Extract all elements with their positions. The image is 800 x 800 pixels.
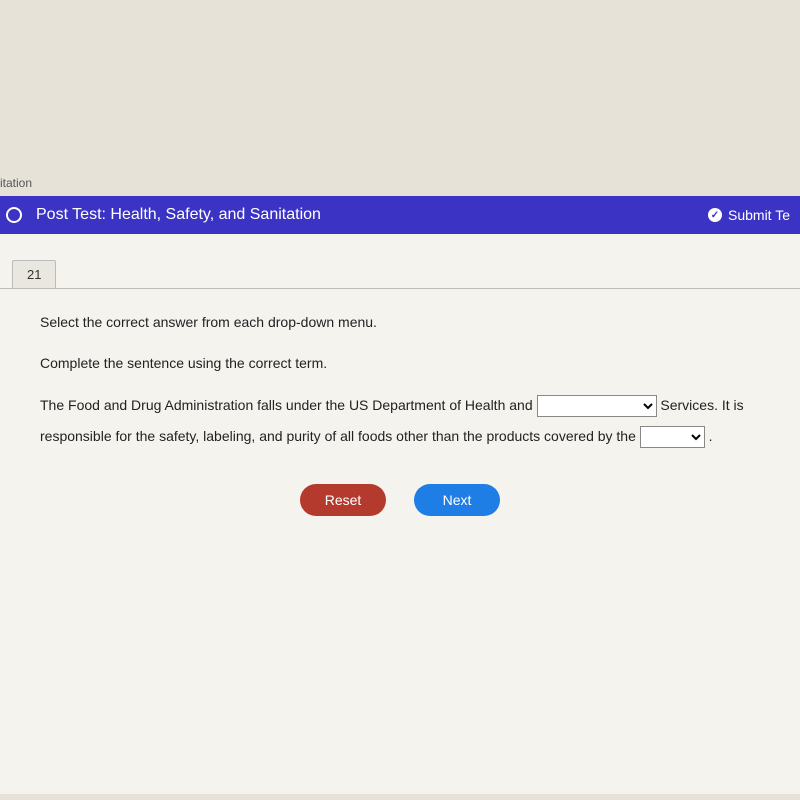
question-tabstrip: 21 [0,260,800,289]
submit-label: Submit Te [728,207,790,223]
button-row: Reset Next [40,484,760,516]
question-sentence: The Food and Drug Administration falls u… [40,390,760,452]
title-left: Post Test: Health, Safety, and Sanitatio… [36,206,321,224]
next-button[interactable]: Next [414,484,500,516]
instruction-primary: Select the correct answer from each drop… [40,309,760,336]
title-bar: Post Test: Health, Safety, and Sanitatio… [0,196,800,234]
breadcrumb-text: itation [0,176,32,190]
page-title: Post Test: Health, Safety, and Sanitatio… [36,206,321,224]
check-icon: ✓ [708,208,722,222]
breadcrumb: itation [0,170,800,196]
nav-ring-icon[interactable] [6,207,22,223]
content-area: 21 Select the correct answer from each d… [0,234,800,794]
submit-test-button[interactable]: ✓ Submit Te [708,207,790,223]
sentence-part-3: . [709,428,713,444]
question-number: 21 [27,267,41,282]
app-viewport: itation Post Test: Health, Safety, and S… [0,0,800,800]
question-body: Select the correct answer from each drop… [0,289,800,516]
instruction-secondary: Complete the sentence using the correct … [40,350,760,377]
question-number-tab[interactable]: 21 [12,260,56,288]
reset-button[interactable]: Reset [300,484,386,516]
blank-2-dropdown[interactable] [640,426,705,448]
sentence-part-1: The Food and Drug Administration falls u… [40,397,537,413]
blank-1-dropdown[interactable] [537,395,657,417]
